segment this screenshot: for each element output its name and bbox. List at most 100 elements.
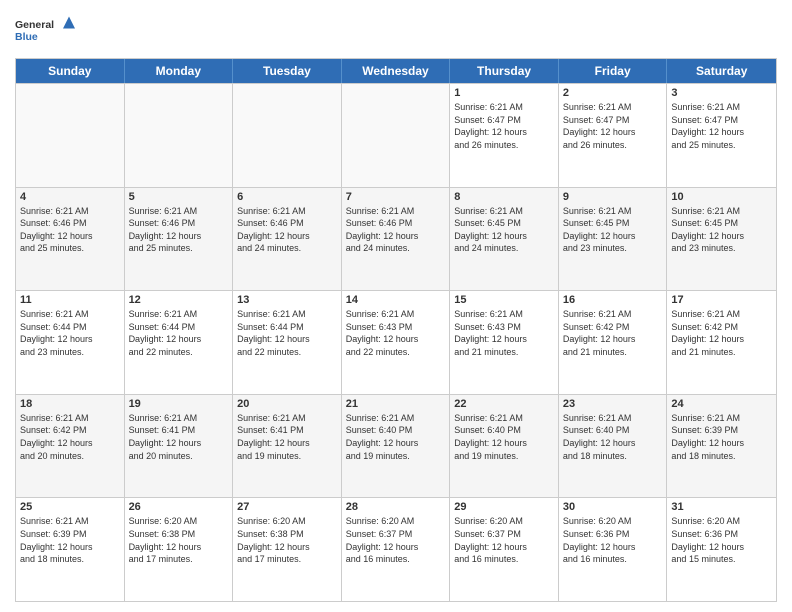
day-cell-28: 28Sunrise: 6:20 AM Sunset: 6:37 PM Dayli…: [342, 498, 451, 601]
day-of-week-saturday: Saturday: [667, 59, 776, 83]
day-number: 15: [454, 294, 554, 306]
logo: General Blue: [15, 10, 75, 50]
day-info: Sunrise: 6:21 AM Sunset: 6:45 PM Dayligh…: [454, 205, 554, 255]
day-cell-18: 18Sunrise: 6:21 AM Sunset: 6:42 PM Dayli…: [16, 395, 125, 498]
day-number: 7: [346, 191, 446, 203]
day-info: Sunrise: 6:21 AM Sunset: 6:46 PM Dayligh…: [346, 205, 446, 255]
day-cell-14: 14 Sunrise: 6:21 AM Sunset: 6:43 PM Dayli…: [342, 291, 451, 394]
day-number: 1: [454, 87, 554, 99]
day-info: Sunrise: 6:21 AM Sunset: 6:39 PM Dayligh…: [671, 412, 772, 462]
day-cell-13: 13Sunrise: 6:21 AM Sunset: 6:44 PM Dayli…: [233, 291, 342, 394]
day-number: 23: [563, 398, 663, 410]
day-cell-22: 22Sunrise: 6:21 AM Sunset: 6:40 PM Dayli…: [450, 395, 559, 498]
day-info: Sunrise: 6:21 AM Sunset: 6:46 PM Dayligh…: [237, 205, 337, 255]
day-cell-29: 29Sunrise: 6:20 AM Sunset: 6:37 PM Dayli…: [450, 498, 559, 601]
day-info: Sunrise: 6:21 AM Sunset: 6:43 PM Dayligh…: [454, 308, 554, 358]
header: General Blue: [15, 10, 777, 50]
empty-cell: [16, 84, 125, 187]
day-cell-3: 3Sunrise: 6:21 AM Sunset: 6:47 PM Daylig…: [667, 84, 776, 187]
day-number: 5: [129, 191, 229, 203]
day-cell-23: 23 Sunrise: 6:21 AM Sunset: 6:40 PM Dayli…: [559, 395, 668, 498]
day-info: Sunrise: 6:20 AM Sunset: 6:38 PM Dayligh…: [237, 515, 337, 565]
day-cell-1: 1 Sunrise: 6:21 AM Sunset: 6:47 PM Daylig…: [450, 84, 559, 187]
day-info: Sunrise: 6:21 AM Sunset: 6:41 PM Dayligh…: [237, 412, 337, 462]
day-info: Sunrise: 6:21 AM Sunset: 6:39 PM Dayligh…: [20, 515, 120, 565]
svg-text:General: General: [15, 19, 54, 31]
day-number: 4: [20, 191, 120, 203]
day-of-week-thursday: Thursday: [450, 59, 559, 83]
day-number: 2: [563, 87, 663, 99]
calendar: SundayMondayTuesdayWednesdayThursdayFrid…: [15, 58, 777, 602]
day-info: Sunrise: 6:20 AM Sunset: 6:37 PM Dayligh…: [454, 515, 554, 565]
day-number: 11: [20, 294, 120, 306]
day-cell-9: 9Sunrise: 6:21 AM Sunset: 6:45 PM Daylig…: [559, 188, 668, 291]
empty-cell: [342, 84, 451, 187]
day-info: Sunrise: 6:21 AM Sunset: 6:44 PM Dayligh…: [20, 308, 120, 358]
day-cell-26: 26 Sunrise: 6:20 AM Sunset: 6:38 PM Dayli…: [125, 498, 234, 601]
day-number: 28: [346, 501, 446, 513]
day-cell-15: 15 Sunrise: 6:21 AM Sunset: 6:43 PM Dayli…: [450, 291, 559, 394]
day-info: Sunrise: 6:21 AM Sunset: 6:46 PM Dayligh…: [129, 205, 229, 255]
day-of-week-monday: Monday: [125, 59, 234, 83]
day-cell-10: 10Sunrise: 6:21 AM Sunset: 6:45 PM Dayli…: [667, 188, 776, 291]
day-of-week-friday: Friday: [559, 59, 668, 83]
calendar-row-5: 25 Sunrise: 6:21 AM Sunset: 6:39 PM Dayli…: [16, 497, 776, 601]
empty-cell: [233, 84, 342, 187]
day-number: 12: [129, 294, 229, 306]
day-number: 9: [563, 191, 663, 203]
day-number: 17: [671, 294, 772, 306]
day-cell-25: 25 Sunrise: 6:21 AM Sunset: 6:39 PM Dayli…: [16, 498, 125, 601]
day-number: 8: [454, 191, 554, 203]
day-cell-8: 8 Sunrise: 6:21 AM Sunset: 6:45 PM Daylig…: [450, 188, 559, 291]
day-number: 25: [20, 501, 120, 513]
day-of-week-wednesday: Wednesday: [342, 59, 451, 83]
logo-svg: General Blue: [15, 10, 75, 50]
day-info: Sunrise: 6:20 AM Sunset: 6:36 PM Dayligh…: [671, 515, 772, 565]
day-number: 6: [237, 191, 337, 203]
empty-cell: [125, 84, 234, 187]
day-number: 27: [237, 501, 337, 513]
day-cell-4: 4 Sunrise: 6:21 AM Sunset: 6:46 PM Daylig…: [16, 188, 125, 291]
day-cell-17: 17 Sunrise: 6:21 AM Sunset: 6:42 PM Dayli…: [667, 291, 776, 394]
day-info: Sunrise: 6:21 AM Sunset: 6:43 PM Dayligh…: [346, 308, 446, 358]
day-number: 31: [671, 501, 772, 513]
day-info: Sunrise: 6:21 AM Sunset: 6:47 PM Dayligh…: [454, 101, 554, 151]
day-info: Sunrise: 6:21 AM Sunset: 6:42 PM Dayligh…: [671, 308, 772, 358]
svg-text:Blue: Blue: [15, 31, 38, 43]
day-cell-16: 16 Sunrise: 6:21 AM Sunset: 6:42 PM Dayli…: [559, 291, 668, 394]
day-info: Sunrise: 6:21 AM Sunset: 6:44 PM Dayligh…: [237, 308, 337, 358]
day-info: Sunrise: 6:21 AM Sunset: 6:40 PM Dayligh…: [563, 412, 663, 462]
day-cell-7: 7 Sunrise: 6:21 AM Sunset: 6:46 PM Daylig…: [342, 188, 451, 291]
day-info: Sunrise: 6:21 AM Sunset: 6:42 PM Dayligh…: [20, 412, 120, 462]
day-info: Sunrise: 6:21 AM Sunset: 6:47 PM Dayligh…: [563, 101, 663, 151]
day-number: 20: [237, 398, 337, 410]
calendar-row-4: 18Sunrise: 6:21 AM Sunset: 6:42 PM Dayli…: [16, 394, 776, 498]
day-number: 16: [563, 294, 663, 306]
day-cell-20: 20 Sunrise: 6:21 AM Sunset: 6:41 PM Dayli…: [233, 395, 342, 498]
day-cell-6: 6 Sunrise: 6:21 AM Sunset: 6:46 PM Daylig…: [233, 188, 342, 291]
day-info: Sunrise: 6:20 AM Sunset: 6:38 PM Dayligh…: [129, 515, 229, 565]
calendar-header: SundayMondayTuesdayWednesdayThursdayFrid…: [16, 59, 776, 83]
day-info: Sunrise: 6:21 AM Sunset: 6:45 PM Dayligh…: [671, 205, 772, 255]
day-number: 14: [346, 294, 446, 306]
day-cell-2: 2 Sunrise: 6:21 AM Sunset: 6:47 PM Daylig…: [559, 84, 668, 187]
day-info: Sunrise: 6:21 AM Sunset: 6:46 PM Dayligh…: [20, 205, 120, 255]
day-cell-30: 30Sunrise: 6:20 AM Sunset: 6:36 PM Dayli…: [559, 498, 668, 601]
day-cell-21: 21Sunrise: 6:21 AM Sunset: 6:40 PM Dayli…: [342, 395, 451, 498]
day-cell-31: 31 Sunrise: 6:20 AM Sunset: 6:36 PM Dayli…: [667, 498, 776, 601]
day-info: Sunrise: 6:21 AM Sunset: 6:47 PM Dayligh…: [671, 101, 772, 151]
day-info: Sunrise: 6:21 AM Sunset: 6:40 PM Dayligh…: [346, 412, 446, 462]
day-number: 26: [129, 501, 229, 513]
day-of-week-sunday: Sunday: [16, 59, 125, 83]
day-cell-11: 11 Sunrise: 6:21 AM Sunset: 6:44 PM Dayli…: [16, 291, 125, 394]
day-number: 19: [129, 398, 229, 410]
day-info: Sunrise: 6:21 AM Sunset: 6:44 PM Dayligh…: [129, 308, 229, 358]
day-info: Sunrise: 6:20 AM Sunset: 6:36 PM Dayligh…: [563, 515, 663, 565]
calendar-row-2: 4 Sunrise: 6:21 AM Sunset: 6:46 PM Daylig…: [16, 187, 776, 291]
day-of-week-tuesday: Tuesday: [233, 59, 342, 83]
day-cell-24: 24 Sunrise: 6:21 AM Sunset: 6:39 PM Dayli…: [667, 395, 776, 498]
day-number: 24: [671, 398, 772, 410]
day-info: Sunrise: 6:21 AM Sunset: 6:42 PM Dayligh…: [563, 308, 663, 358]
day-info: Sunrise: 6:21 AM Sunset: 6:40 PM Dayligh…: [454, 412, 554, 462]
page: General Blue SundayMondayTuesdayWednesda…: [0, 0, 792, 612]
